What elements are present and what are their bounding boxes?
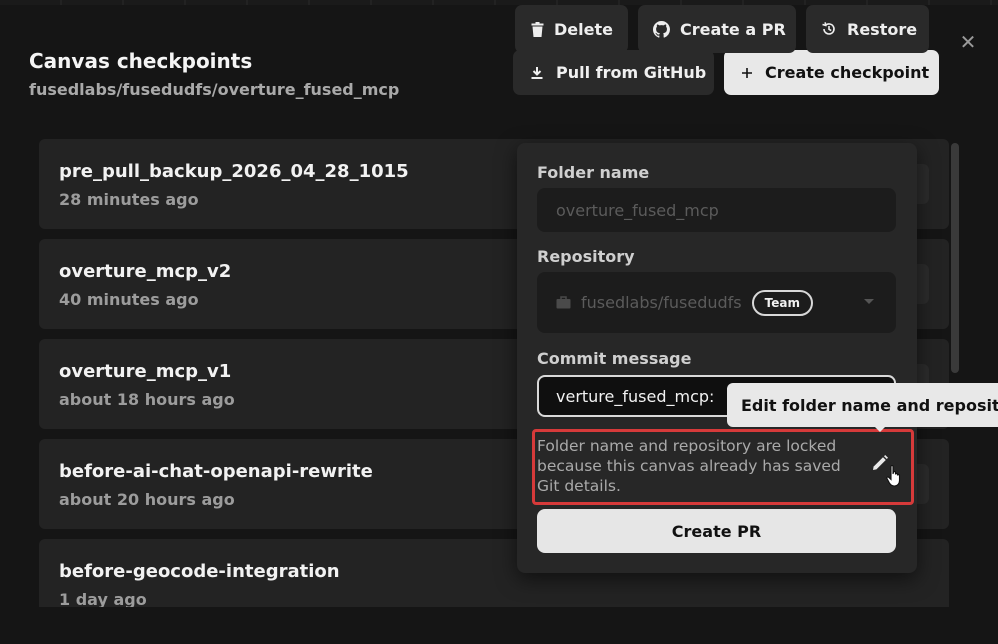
checkpoint-name: overture_mcp_v1	[59, 361, 232, 382]
list-scrollbar[interactable]	[951, 143, 959, 607]
commit-message-value: verture_fused_mcp:	[556, 386, 715, 406]
create-a-pr-button[interactable]: Create a PR	[638, 5, 796, 53]
restore-label: Restore	[847, 19, 918, 39]
tooltip-arrow	[873, 425, 887, 432]
checkpoints-modal: ✕ Canvas checkpoints fusedlabs/fusedudfs…	[0, 5, 998, 644]
edit-tooltip: Edit folder name and reposito	[727, 383, 998, 427]
checkpoint-time: 28 minutes ago	[59, 190, 199, 209]
locked-notice-text: Folder name and repository are locked be…	[537, 437, 841, 495]
pull-label: Pull from GitHub	[556, 63, 707, 82]
create-pr-popover: Folder name overture_fused_mcp Repositor…	[517, 143, 917, 573]
team-badge: Team	[751, 289, 813, 316]
checkpoint-time: about 18 hours ago	[59, 390, 235, 409]
checkpoint-name: before-geocode-integration	[59, 561, 340, 582]
delete-label: Delete	[554, 19, 613, 39]
close-icon[interactable]: ✕	[957, 31, 979, 53]
briefcase-icon	[556, 296, 571, 309]
repository-select: fusedlabs/fusedudfs Team	[537, 272, 896, 333]
commit-message-label: Commit message	[537, 349, 692, 368]
download-icon	[531, 66, 543, 79]
history-icon	[822, 22, 835, 35]
create-label: Create checkpoint	[765, 63, 930, 82]
checkpoint-time: 1 day ago	[59, 590, 147, 607]
repo-path: fusedlabs/fusedudfs/overture_fused_mcp	[29, 80, 400, 99]
create-checkpoint-button[interactable]: Create checkpoint	[724, 50, 939, 95]
checkpoint-name: pre_pull_backup_2026_04_28_1015	[59, 161, 409, 182]
checkpoint-time: 40 minutes ago	[59, 290, 199, 309]
checkpoint-time: about 20 hours ago	[59, 490, 235, 509]
plus-icon	[742, 67, 752, 78]
folder-name-label: Folder name	[537, 163, 650, 182]
pull-from-github-button[interactable]: Pull from GitHub	[513, 50, 714, 95]
github-icon	[653, 20, 670, 38]
repository-value: fusedlabs/fusedudfs	[581, 293, 742, 312]
restore-button[interactable]: Restore	[806, 5, 929, 53]
modal-title: Canvas checkpoints	[29, 49, 253, 73]
checkpoint-name: overture_mcp_v2	[59, 261, 232, 282]
repository-label: Repository	[537, 247, 635, 266]
create-pr-button[interactable]: Create PR	[537, 509, 896, 553]
checkpoint-name: before-ai-chat-openapi-rewrite	[59, 461, 373, 482]
locked-notice: Folder name and repository are locked be…	[532, 429, 914, 505]
trash-icon	[531, 21, 544, 37]
delete-button[interactable]: Delete	[515, 5, 628, 53]
create-a-pr-label: Create a PR	[680, 19, 786, 39]
folder-name-input: overture_fused_mcp	[537, 188, 896, 232]
create-pr-label: Create PR	[671, 521, 762, 541]
folder-name-value: overture_fused_mcp	[556, 200, 719, 220]
chevron-down-icon	[864, 299, 874, 304]
scrollbar-thumb[interactable]	[951, 143, 959, 373]
hand-cursor-icon	[886, 464, 901, 487]
